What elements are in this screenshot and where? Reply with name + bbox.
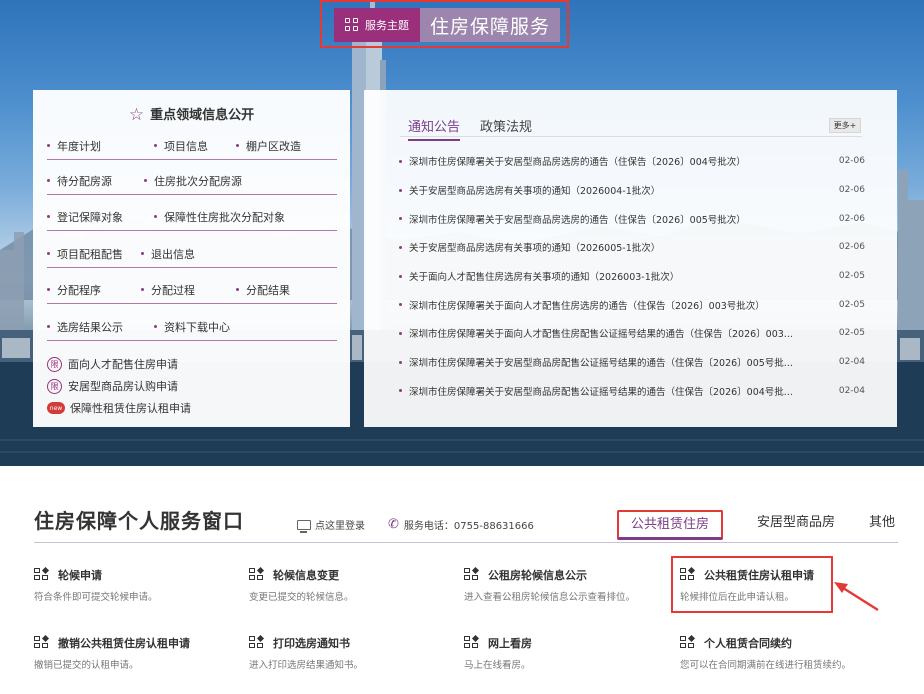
news-item[interactable]: 关于安居型商品房选房有关事项的通知（2026004-1批次） 02-06 bbox=[399, 176, 865, 205]
tab-divider bbox=[400, 136, 862, 137]
info-link-allocation-process[interactable]: 分配过程 bbox=[141, 282, 195, 298]
info-link-selection-result[interactable]: 选房结果公示 bbox=[47, 319, 123, 335]
service-window-title: 住房保障个人服务窗口 bbox=[34, 509, 244, 533]
monitor-icon bbox=[297, 519, 311, 533]
info-link-batch-targets[interactable]: 保障性住房批次分配对象 bbox=[154, 209, 285, 225]
new-badge-icon: new bbox=[47, 402, 65, 414]
card-waitlist-publicity[interactable]: 公租房轮候信息公示 进入查看公租房轮候信息公示查看排位。 bbox=[464, 566, 669, 603]
news-item[interactable]: 深圳市住房保障署关于安居型商品房选房的通告（住保告〔2026〕005号批次） 02… bbox=[399, 204, 865, 233]
info-link-shantytown[interactable]: 棚户区改造 bbox=[236, 138, 301, 154]
info-link-annual-plan[interactable]: 年度计划 bbox=[47, 138, 101, 154]
service-theme-banner: 服务主题 住房保障服务 bbox=[320, 0, 569, 48]
tab-anju-housing[interactable]: 安居型商品房 bbox=[757, 510, 835, 540]
limited-icon: 限 bbox=[47, 356, 62, 372]
key-info-header: ☆ 重点领域信息公开 bbox=[33, 104, 350, 125]
card-online-viewing[interactable]: 网上看房 马上在线看房。 bbox=[464, 634, 669, 671]
news-item[interactable]: 深圳市住房保障署关于安居型商品房配售公证摇号结果的通告（住保告〔2026〕005… bbox=[399, 348, 865, 377]
card-print-notice[interactable]: 打印选房通知书 进入打印选房结果通知书。 bbox=[249, 634, 454, 671]
info-link-project-allocation[interactable]: 项目配租配售 bbox=[47, 246, 123, 262]
info-link-download-center[interactable]: 资料下载中心 bbox=[154, 319, 230, 335]
news-item[interactable]: 关于安居型商品房选房有关事项的通知（2026005-1批次） 02-06 bbox=[399, 233, 865, 262]
news-item[interactable]: 深圳市住房保障署关于安居型商品房配售公证摇号结果的通告（住保告〔2026〕004… bbox=[399, 377, 865, 406]
tab-public-rental[interactable]: 公共租赁住房 bbox=[617, 510, 724, 540]
info-link-pending-housing[interactable]: 待分配房源 bbox=[47, 173, 112, 189]
info-row: 登记保障对象 保障性住房批次分配对象 bbox=[47, 203, 337, 231]
card-cancel-rental-apply[interactable]: 撤销公共租赁住房认租申请 撤销已提交的认租申请。 bbox=[34, 634, 239, 671]
apply-rental-housing[interactable]: new 保障性租赁住房认租申请 bbox=[47, 400, 191, 416]
apps-icon bbox=[249, 634, 266, 650]
apps-icon bbox=[464, 634, 481, 650]
info-row: 分配程序 分配过程 分配结果 bbox=[47, 276, 337, 304]
grid-icon bbox=[345, 18, 359, 32]
info-row: 待分配房源 住房批次分配房源 bbox=[47, 167, 337, 195]
key-info-panel: ☆ 重点领域信息公开 年度计划 项目信息 棚户区改造 待分配房源 住房批次分配房源… bbox=[33, 90, 350, 427]
apply-anju-housing[interactable]: 限安居型商品房认购申请 bbox=[47, 378, 178, 394]
info-link-allocation-procedure[interactable]: 分配程序 bbox=[47, 282, 101, 298]
info-link-allocation-result[interactable]: 分配结果 bbox=[236, 282, 290, 298]
info-link-batch-housing[interactable]: 住房批次分配房源 bbox=[144, 173, 242, 189]
news-item[interactable]: 关于面向人才配售住房选房有关事项的通知（2026003-1批次） 02-05 bbox=[399, 262, 865, 291]
apps-icon bbox=[34, 566, 51, 582]
news-item[interactable]: 深圳市住房保障署关于面向人才配售住房选房的通告（住保告〔2026〕003号批次）… bbox=[399, 290, 865, 319]
apps-icon bbox=[680, 634, 697, 650]
info-row: 年度计划 项目信息 棚户区改造 bbox=[47, 132, 337, 160]
tab-notices[interactable]: 通知公告 bbox=[408, 116, 461, 141]
apply-talent-housing[interactable]: 限面向人才配售住房申请 bbox=[47, 356, 178, 372]
news-item[interactable]: 深圳市住房保障署关于安居型商品房选房的通告（住保告〔2026〕004号批次） 02… bbox=[399, 147, 865, 176]
service-divider bbox=[34, 542, 898, 543]
news-list: 深圳市住房保障署关于安居型商品房选房的通告（住保告〔2026〕004号批次） 02… bbox=[399, 147, 865, 405]
theme-title[interactable]: 住房保障服务 bbox=[420, 8, 560, 42]
service-phone: ✆ 服务电话：0755-88631666 bbox=[388, 517, 534, 532]
info-link-exit-info[interactable]: 退出信息 bbox=[141, 246, 195, 262]
star-icon: ☆ bbox=[128, 105, 145, 125]
hero-banner: 服务主题 住房保障服务 ☆ 重点领域信息公开 年度计划 项目信息 棚户区改造 待分… bbox=[0, 0, 924, 466]
card-waitlist-change[interactable]: 轮候信息变更 变更已提交的轮候信息。 bbox=[249, 566, 454, 603]
theme-tag-label: 服务主题 bbox=[365, 19, 409, 32]
service-tabs: 公共租赁住房 安居型商品房 其他 bbox=[617, 510, 895, 540]
tab-policies[interactable]: 政策法规 bbox=[480, 116, 532, 141]
card-waitlist-apply[interactable]: 轮候申请 符合条件即可提交轮候申请。 bbox=[34, 566, 239, 603]
more-button[interactable]: 更多+ bbox=[829, 118, 861, 133]
announcements-panel: 通知公告 政策法规 更多+ 深圳市住房保障署关于安居型商品房选房的通告（住保告〔… bbox=[364, 90, 897, 427]
news-item[interactable]: 深圳市住房保障署关于面向人才配售住房配售公证摇号结果的通告（住保告〔2026〕0… bbox=[399, 319, 865, 348]
announcement-tabs: 通知公告 政策法规 bbox=[408, 116, 552, 141]
info-row: 选房结果公示 资料下载中心 bbox=[47, 313, 337, 341]
key-info-title: 重点领域信息公开 bbox=[150, 108, 255, 123]
tab-other[interactable]: 其他 bbox=[869, 510, 895, 540]
info-link-project-info[interactable]: 项目信息 bbox=[154, 138, 208, 154]
phone-icon: ✆ bbox=[388, 517, 399, 532]
apps-icon bbox=[464, 566, 481, 582]
login-link[interactable]: 点这里登录 bbox=[297, 517, 365, 533]
info-link-registered-targets[interactable]: 登记保障对象 bbox=[47, 209, 123, 225]
apps-icon bbox=[34, 634, 51, 650]
info-row: 项目配租配售 退出信息 bbox=[47, 240, 337, 268]
limited-icon: 限 bbox=[47, 378, 62, 394]
arrow-pointer-icon bbox=[834, 582, 879, 612]
card-lease-renewal[interactable]: 个人租赁合同续约 您可以在合同期满前在线进行租赁续约。 bbox=[680, 634, 885, 671]
theme-tag[interactable]: 服务主题 bbox=[334, 8, 420, 42]
highlight-box bbox=[671, 556, 833, 613]
apps-icon bbox=[249, 566, 266, 582]
